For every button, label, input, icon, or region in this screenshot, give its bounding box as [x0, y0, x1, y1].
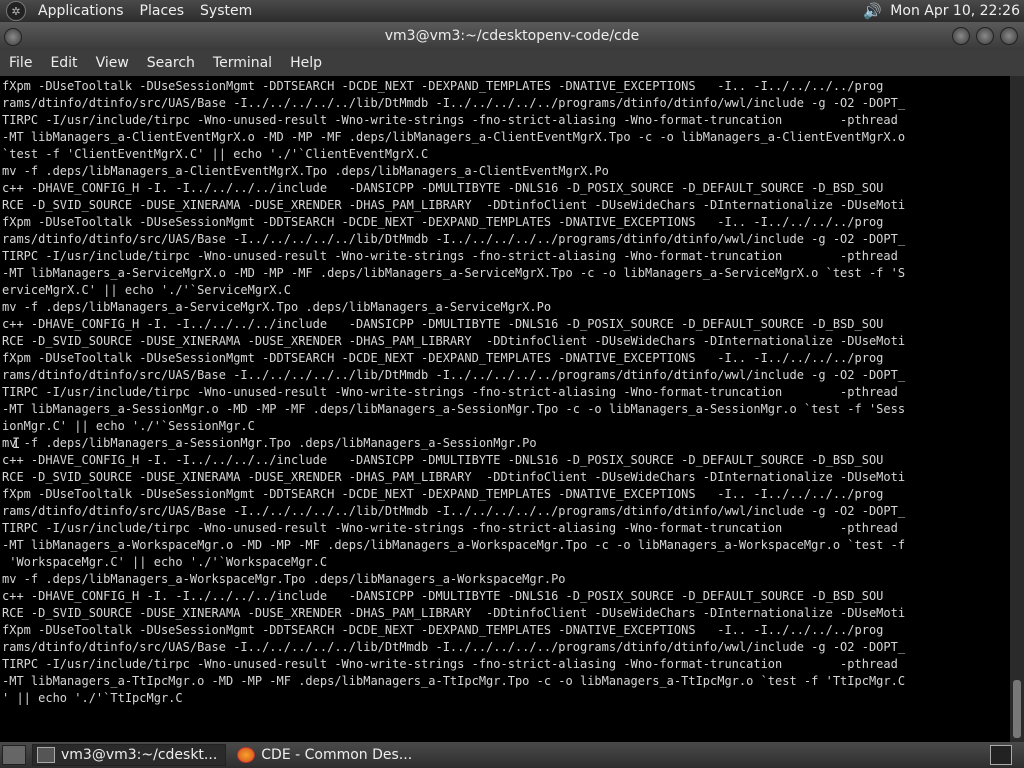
- text-cursor-icon: I: [12, 436, 21, 452]
- menu-help[interactable]: Help: [281, 55, 331, 71]
- menu-search[interactable]: Search: [138, 55, 204, 71]
- menu-view[interactable]: View: [87, 55, 138, 71]
- task-browser-label: CDE - Common Des...: [261, 747, 413, 763]
- task-terminal-label: vm3@vm3:~/cdeskt...: [61, 747, 218, 763]
- terminal-output[interactable]: fXpm -DUseTooltalk -DUseSessionMgmt -DDT…: [0, 76, 1010, 742]
- window-title: vm3@vm3:~/cdesktopenv-code/cde: [384, 28, 640, 44]
- task-browser[interactable]: CDE - Common Des...: [232, 744, 421, 766]
- terminal-text: fXpm -DUseTooltalk -DUseSessionMgmt -DDT…: [2, 79, 906, 705]
- window-menu-button[interactable]: [4, 28, 22, 46]
- places-menu[interactable]: Places: [132, 3, 193, 19]
- scrollbar-thumb[interactable]: [1013, 680, 1021, 738]
- close-button[interactable]: [1000, 27, 1018, 45]
- window-controls: [952, 27, 1018, 45]
- firefox-icon: [237, 747, 256, 763]
- window-titlebar[interactable]: vm3@vm3:~/cdesktopenv-code/cde: [0, 22, 1024, 50]
- menu-edit[interactable]: Edit: [41, 55, 86, 71]
- terminal-scrollbar[interactable]: [1010, 76, 1024, 742]
- speaker-icon[interactable]: 🔊: [862, 1, 882, 21]
- terminal-icon: [37, 747, 55, 763]
- menu-file[interactable]: File: [0, 55, 41, 71]
- bottom-taskbar: vm3@vm3:~/cdeskt... CDE - Common Des...: [0, 742, 1024, 768]
- system-menu[interactable]: System: [192, 3, 260, 19]
- show-desktop-button[interactable]: [2, 745, 26, 765]
- clock[interactable]: Mon Apr 10, 22:26: [890, 3, 1024, 19]
- maximize-button[interactable]: [976, 27, 994, 45]
- applications-menu[interactable]: Applications: [30, 3, 132, 19]
- menu-terminal[interactable]: Terminal: [204, 55, 281, 71]
- terminal-menubar: File Edit View Search Terminal Help: [0, 50, 1024, 76]
- gnome-foot-icon[interactable]: ✲: [6, 1, 26, 21]
- terminal-tray-icon[interactable]: [990, 745, 1012, 765]
- minimize-button[interactable]: [952, 27, 970, 45]
- top-panel: ✲ Applications Places System 🔊 Mon Apr 1…: [0, 0, 1024, 22]
- task-terminal[interactable]: vm3@vm3:~/cdeskt...: [32, 744, 227, 766]
